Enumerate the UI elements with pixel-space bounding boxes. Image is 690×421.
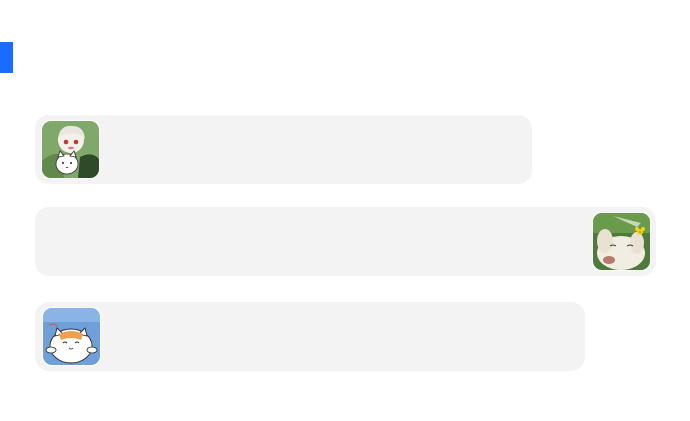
cartoon-cat-icon bbox=[43, 308, 100, 365]
chat-message-2[interactable] bbox=[35, 207, 656, 276]
white-dog-with-flower-avatar[interactable] bbox=[593, 213, 650, 270]
illustrated-boy-with-cat-avatar[interactable] bbox=[42, 121, 99, 178]
chat-message-3[interactable] bbox=[35, 302, 585, 371]
dog-with-flower-icon bbox=[593, 213, 650, 270]
active-indicator bbox=[0, 42, 13, 73]
chat-page bbox=[0, 0, 690, 421]
boy-with-cat-icon bbox=[42, 121, 99, 178]
cartoon-cat-blue-sky-avatar[interactable] bbox=[43, 308, 100, 365]
chat-message-1[interactable] bbox=[35, 115, 532, 184]
